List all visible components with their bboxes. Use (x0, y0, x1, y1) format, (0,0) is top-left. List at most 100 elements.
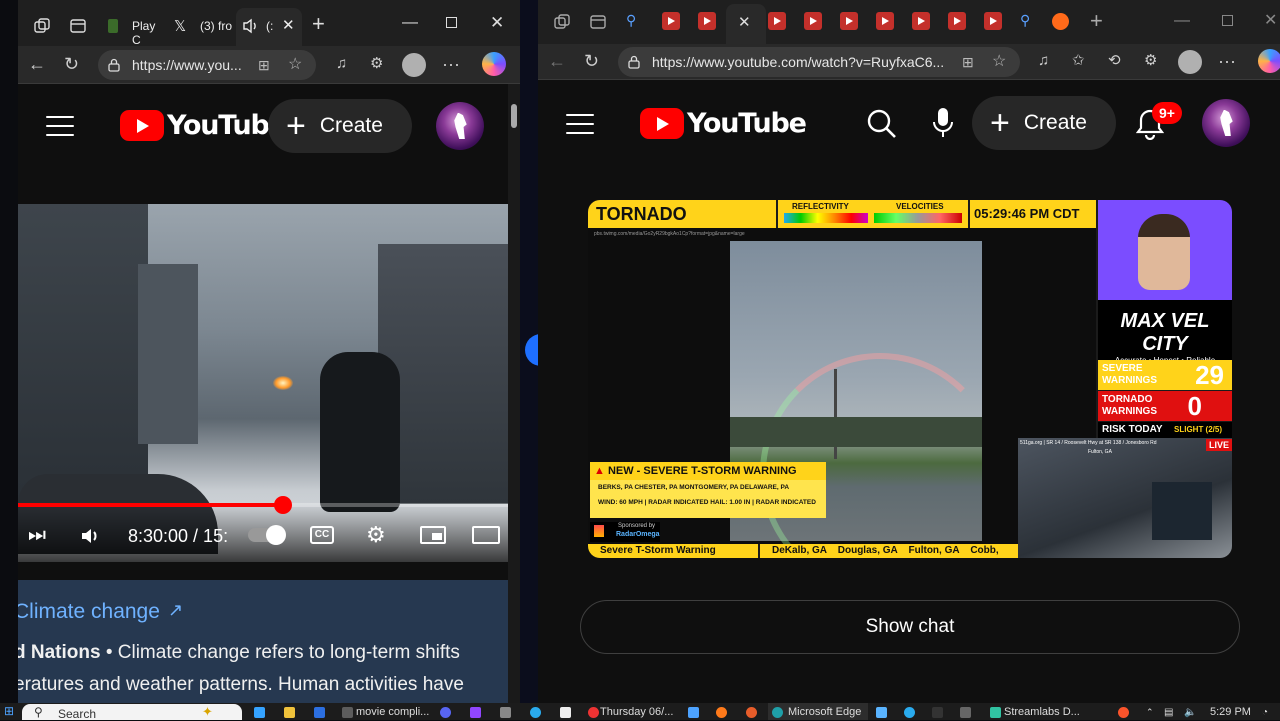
maximize-icon[interactable] (1222, 15, 1233, 26)
close-tab-icon[interactable]: ✕ (738, 13, 751, 31)
create-button[interactable]: + Create (268, 99, 412, 153)
youtube-tab-icon[interactable] (662, 12, 680, 30)
create-button[interactable]: + Create (972, 96, 1116, 150)
search-icon[interactable] (866, 108, 898, 140)
miniplayer-icon[interactable] (420, 526, 446, 544)
close-window-icon[interactable]: ✕ (1264, 12, 1277, 30)
taskbar-item[interactable]: movie compli... (356, 706, 429, 719)
profile-icon[interactable] (402, 53, 426, 77)
taskbar-search-box[interactable]: ⚲ Search ✦ (22, 704, 242, 721)
taskbar-edge-active[interactable]: Microsoft Edge (768, 703, 868, 720)
tab-active-audio[interactable]: (: ✕ (236, 8, 302, 46)
split-screen-icon[interactable]: ⊞ (258, 50, 270, 80)
next-icon[interactable]: ⏭ (28, 524, 46, 547)
app-taskbar-icon[interactable] (688, 707, 699, 718)
app-taskbar-icon[interactable] (500, 707, 511, 718)
extensions-icon[interactable]: ⚙ (370, 54, 383, 74)
active-tab[interactable]: ✕ (726, 4, 766, 44)
brave-icon[interactable] (1118, 707, 1129, 718)
discord-icon[interactable] (440, 707, 451, 718)
address-bar[interactable]: https://www.you... ⊞ ☆ (98, 50, 316, 80)
file-explorer-icon[interactable] (284, 707, 295, 718)
youtube-tab-icon[interactable] (948, 12, 966, 30)
media-control-icon[interactable]: ♫ (1038, 51, 1049, 71)
lock-icon[interactable] (628, 55, 640, 69)
youtube-tab-icon[interactable] (912, 12, 930, 30)
progress-track[interactable] (18, 503, 508, 507)
tab-favicon-icon[interactable] (1052, 13, 1069, 30)
firefox-icon[interactable] (716, 707, 727, 718)
menu-icon[interactable] (46, 116, 74, 136)
tab-actions-icon[interactable] (70, 18, 86, 34)
new-tab-icon[interactable]: + (312, 12, 325, 36)
workspaces-icon[interactable] (34, 18, 50, 34)
tab-x[interactable]: 𝕏 (3) fro (168, 8, 238, 46)
more-options-icon[interactable]: ··· (442, 54, 460, 74)
network-icon[interactable]: ▤ (1164, 706, 1173, 719)
taskbar-item[interactable]: Streamlabs D... (1004, 706, 1080, 719)
workspaces-icon[interactable] (554, 14, 570, 30)
settings-gear-icon[interactable]: ⚙ (366, 522, 386, 548)
media-control-icon[interactable]: ♫ (336, 54, 347, 74)
profile-icon[interactable] (1178, 50, 1202, 74)
volume-icon[interactable] (80, 526, 102, 546)
back-icon[interactable]: ← (28, 54, 46, 74)
live-stream-player[interactable]: TORNADO POSSIBLE REFLECTIVITY VELOCITIES… (588, 200, 1232, 558)
telegram-icon[interactable] (904, 707, 915, 718)
youtube-logo[interactable]: YouTube (640, 108, 807, 139)
refresh-icon[interactable]: ↻ (584, 51, 599, 71)
youtube-tab-icon[interactable] (876, 12, 894, 30)
avatar[interactable] (436, 102, 484, 150)
youtube-tab-icon[interactable] (804, 12, 822, 30)
close-tab-icon[interactable]: ✕ (282, 16, 295, 34)
youtube-tab-icon[interactable] (768, 12, 786, 30)
windows-start-icon[interactable]: ⊞ (4, 705, 14, 718)
copilot-taskbar-icon[interactable] (254, 707, 265, 718)
folder-taskbar-icon[interactable] (342, 707, 353, 718)
more-options-icon[interactable]: ··· (1218, 51, 1236, 71)
split-screen-icon[interactable]: ⊞ (962, 47, 974, 77)
back-icon[interactable]: ← (548, 51, 566, 71)
menu-icon[interactable] (566, 114, 594, 134)
favorite-star-icon[interactable]: ☆ (992, 47, 1006, 77)
autoplay-toggle[interactable] (248, 525, 286, 545)
progress-scrubber[interactable] (273, 496, 292, 514)
copilot-icon[interactable] (482, 52, 506, 76)
app-taskbar-icon[interactable] (932, 707, 943, 718)
favorite-star-icon[interactable]: ☆ (288, 50, 302, 80)
new-tab-icon[interactable]: + (1090, 9, 1103, 33)
tab-actions-icon[interactable] (590, 14, 606, 30)
tray-chevron-icon[interactable]: ⌃ (1146, 706, 1154, 719)
climate-change-link[interactable]: Climate change (18, 600, 160, 624)
close-window-icon[interactable]: ✕ (490, 14, 504, 32)
copilot-icon[interactable] (1258, 49, 1280, 73)
video-player[interactable]: ⏭ 8:30:00 / 15: CC ⚙ (18, 204, 508, 562)
taskbar-item[interactable]: Thursday 06/... (600, 706, 673, 719)
history-icon[interactable]: ⟲ (1108, 51, 1121, 71)
notification-center-icon[interactable]: ◔ (1262, 706, 1268, 719)
document-icon[interactable] (560, 707, 571, 718)
lock-icon[interactable] (108, 58, 120, 72)
extensions-icon[interactable]: ⚙ (1144, 51, 1157, 71)
captions-button[interactable]: CC (310, 526, 334, 544)
scrollbar[interactable] (508, 84, 520, 703)
search-tab-icon[interactable]: ⚲ (1020, 12, 1030, 29)
avatar[interactable] (1202, 99, 1250, 147)
show-chat-button[interactable]: Show chat (580, 600, 1240, 654)
app-taskbar-icon[interactable] (876, 707, 887, 718)
app-taskbar-icon[interactable] (314, 707, 325, 718)
streamlabs-icon[interactable] (990, 707, 1001, 718)
twitch-icon[interactable] (470, 707, 481, 718)
maximize-icon[interactable] (446, 17, 457, 28)
minimize-icon[interactable]: — (402, 14, 418, 32)
tab-play[interactable]: Play C (102, 8, 166, 47)
telegram-icon[interactable] (530, 707, 541, 718)
theater-mode-icon[interactable] (472, 526, 500, 544)
microphone-icon[interactable] (932, 106, 954, 140)
youtube-logo[interactable]: YouTube (120, 110, 287, 141)
chrome-icon[interactable] (588, 707, 599, 718)
volume-icon[interactable]: 🔈 (1184, 706, 1196, 719)
search-tab-icon[interactable]: ⚲ (626, 12, 636, 29)
speaker-icon[interactable] (242, 18, 260, 34)
youtube-tab-icon[interactable] (698, 12, 716, 30)
